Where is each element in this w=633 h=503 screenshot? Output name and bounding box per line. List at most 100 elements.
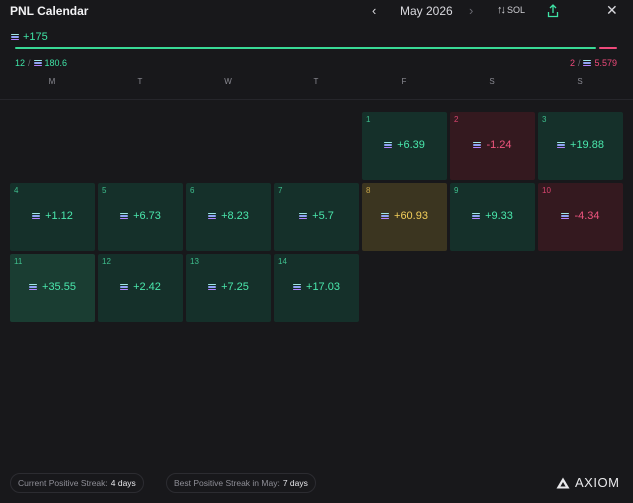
day-cell[interactable]: 13 +7.25 — [186, 254, 271, 322]
weekday-label: S — [577, 77, 583, 86]
loss-separator: / — [577, 58, 581, 68]
day-number: 2 — [454, 115, 459, 124]
day-number: 9 — [454, 186, 459, 195]
win-bar-fill — [15, 47, 596, 49]
day-cell[interactable]: 8 +60.93 — [362, 183, 447, 251]
day-pnl-value: +1.12 — [45, 210, 73, 222]
win-loss-bar — [15, 47, 617, 49]
day-cell[interactable]: 7 +5.7 — [274, 183, 359, 251]
day-pnl-value: +17.03 — [306, 281, 340, 293]
day-cell[interactable]: 2 -1.24 — [450, 112, 535, 180]
day-pnl: +35.55 — [10, 281, 95, 293]
day-pnl-value: +7.25 — [221, 281, 249, 293]
sol-icon — [29, 283, 38, 291]
day-cell[interactable]: 6 +8.23 — [186, 183, 271, 251]
day-pnl-value: +5.7 — [312, 210, 334, 222]
day-number: 11 — [14, 257, 23, 266]
day-cell[interactable]: 10 -4.34 — [538, 183, 623, 251]
day-pnl: +9.33 — [450, 210, 535, 222]
day-pnl-value: +6.73 — [133, 210, 161, 222]
day-pnl-value: +8.23 — [221, 210, 249, 222]
divider — [0, 99, 633, 100]
day-number: 14 — [278, 257, 287, 266]
day-number: 4 — [14, 186, 19, 195]
sol-icon — [472, 212, 481, 220]
win-separator: / — [28, 58, 31, 68]
day-pnl: -1.24 — [450, 139, 535, 151]
day-pnl: +7.25 — [186, 281, 271, 293]
day-pnl-value: -4.34 — [574, 210, 600, 222]
weekday-label: F — [401, 77, 407, 86]
day-pnl: +8.23 — [186, 210, 271, 222]
best-streak-label: Best Positive Streak in May: — [174, 478, 280, 488]
sol-icon — [208, 283, 217, 291]
chevron-right-icon[interactable]: › — [469, 3, 473, 18]
weekday-label: T — [137, 77, 143, 86]
best-streak-badge: Best Positive Streak in May: 7 days — [166, 473, 316, 493]
day-cell[interactable]: 12 +2.42 — [98, 254, 183, 322]
sol-icon — [557, 141, 566, 149]
sol-icon — [381, 212, 390, 220]
day-pnl: +19.88 — [538, 139, 623, 151]
sol-icon — [473, 141, 482, 149]
page-title: PNL Calendar — [10, 4, 89, 18]
day-cell[interactable]: 1 +6.39 — [362, 112, 447, 180]
current-streak-badge: Current Positive Streak: 4 days — [10, 473, 144, 493]
day-number: 6 — [190, 186, 195, 195]
day-cell[interactable]: 3 +19.88 — [538, 112, 623, 180]
day-pnl-value: +19.88 — [570, 139, 604, 151]
day-pnl-value: -1.24 — [486, 139, 512, 151]
day-cell[interactable]: 11 +35.55 — [10, 254, 95, 322]
current-streak-value: 4 days — [110, 478, 136, 488]
win-stats: 12 / 180.6 — [15, 58, 67, 68]
sol-icon — [299, 212, 308, 220]
day-pnl: +60.93 — [362, 210, 447, 222]
sol-icon — [561, 212, 570, 220]
total-pnl: +175 — [11, 31, 48, 43]
day-pnl: +6.73 — [98, 210, 183, 222]
currency-toggle-button[interactable]: ↑↓ SOL — [497, 4, 525, 16]
day-pnl: +5.7 — [274, 210, 359, 222]
sol-icon — [583, 59, 592, 67]
weekday-label: T — [313, 77, 319, 86]
day-pnl: +6.39 — [362, 139, 447, 151]
chevron-left-icon[interactable]: ‹ — [372, 3, 376, 18]
sol-icon — [11, 33, 19, 41]
weekday-header: MTWTFSS — [10, 77, 623, 89]
share-upload-icon[interactable] — [547, 4, 559, 18]
best-streak-value: 7 days — [282, 478, 308, 488]
day-cell[interactable]: 14 +17.03 — [274, 254, 359, 322]
sol-icon — [33, 59, 42, 67]
day-pnl-value: +2.42 — [133, 281, 161, 293]
day-number: 12 — [102, 257, 111, 266]
day-number: 7 — [278, 186, 283, 195]
day-pnl-value: +35.55 — [42, 281, 76, 293]
close-icon[interactable]: ✕ — [606, 2, 618, 19]
day-cell[interactable]: 9 +9.33 — [450, 183, 535, 251]
brand-logo: AXIOM — [556, 475, 619, 490]
win-count: 12 — [15, 58, 26, 68]
month-label: May 2026 — [400, 4, 453, 18]
day-pnl-value: +6.39 — [397, 139, 425, 151]
total-pnl-value: +175 — [23, 31, 48, 43]
loss-count: 2 — [569, 58, 575, 68]
brand-name: AXIOM — [575, 475, 620, 490]
day-number: 8 — [366, 186, 371, 195]
day-pnl: -4.34 — [538, 210, 623, 222]
swap-arrows-icon: ↑↓ — [497, 4, 506, 16]
day-cell[interactable]: 4 +1.12 — [10, 183, 95, 251]
day-pnl-value: +9.33 — [485, 210, 513, 222]
day-number: 3 — [542, 115, 547, 124]
day-cell[interactable]: 5 +6.73 — [98, 183, 183, 251]
day-number: 10 — [542, 186, 551, 195]
calendar-grid: 1 +6.39 2 -1.24 3 +19.88 4 +1.12 5 +6.73 6 +8.23 7 +5… — [10, 112, 623, 322]
axiom-logo-icon — [556, 477, 570, 488]
day-pnl: +1.12 — [10, 210, 95, 222]
weekday-label: S — [489, 77, 495, 86]
weekday-label: M — [48, 77, 56, 86]
day-pnl: +17.03 — [274, 281, 359, 293]
loss-stats: 2 / 5.579 — [570, 58, 617, 68]
day-number: 13 — [190, 257, 199, 266]
day-pnl: +2.42 — [98, 281, 183, 293]
day-number: 5 — [102, 186, 107, 195]
